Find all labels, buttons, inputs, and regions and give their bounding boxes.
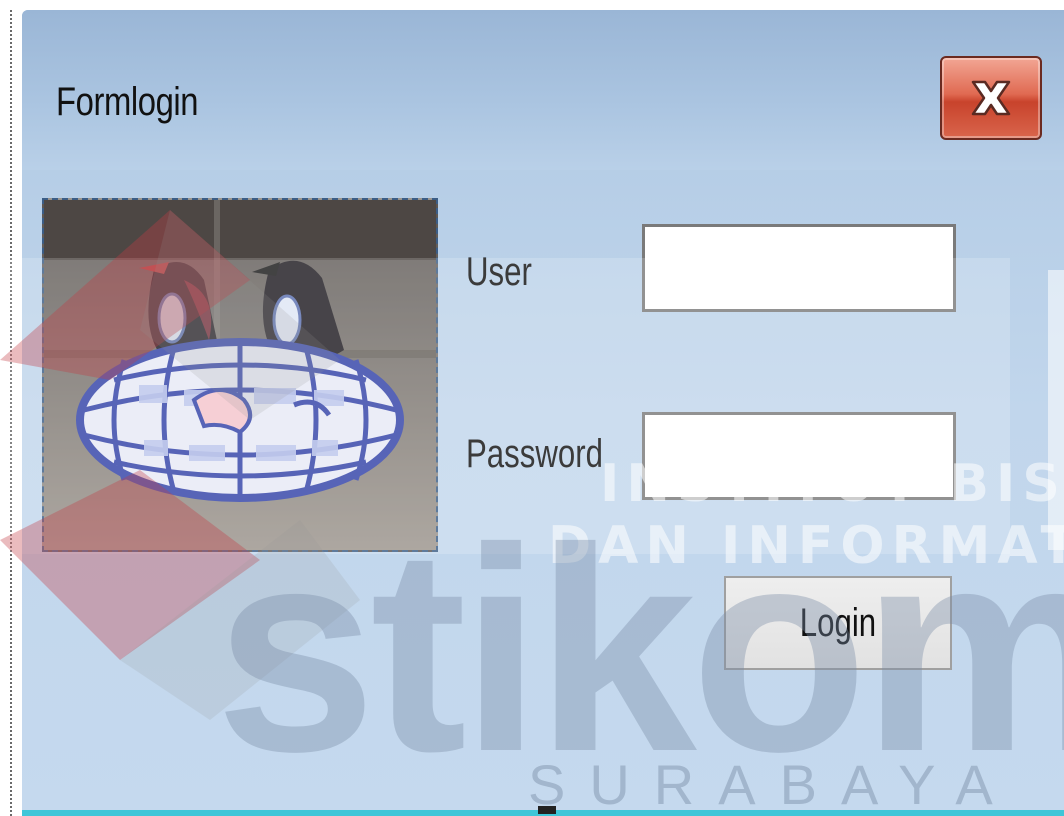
- design-selection-border: [10, 10, 12, 816]
- login-button-label: Login: [799, 600, 877, 645]
- globe-birds-logo-picture: [44, 200, 436, 502]
- logo-picturebox: [42, 198, 438, 552]
- resize-tick: [538, 806, 556, 814]
- close-x-icon: [971, 80, 1011, 116]
- user-label: User: [466, 250, 532, 294]
- login-button[interactable]: Login: [724, 576, 952, 670]
- title-bar[interactable]: Formlogin: [22, 10, 1064, 170]
- user-input[interactable]: [642, 224, 956, 312]
- window-title: Formlogin: [56, 80, 199, 124]
- password-input[interactable]: [642, 412, 956, 500]
- screen: Formlogin User Password Login INSTITUT B…: [0, 0, 1064, 816]
- password-label: Password: [466, 432, 603, 476]
- close-button[interactable]: [940, 56, 1042, 140]
